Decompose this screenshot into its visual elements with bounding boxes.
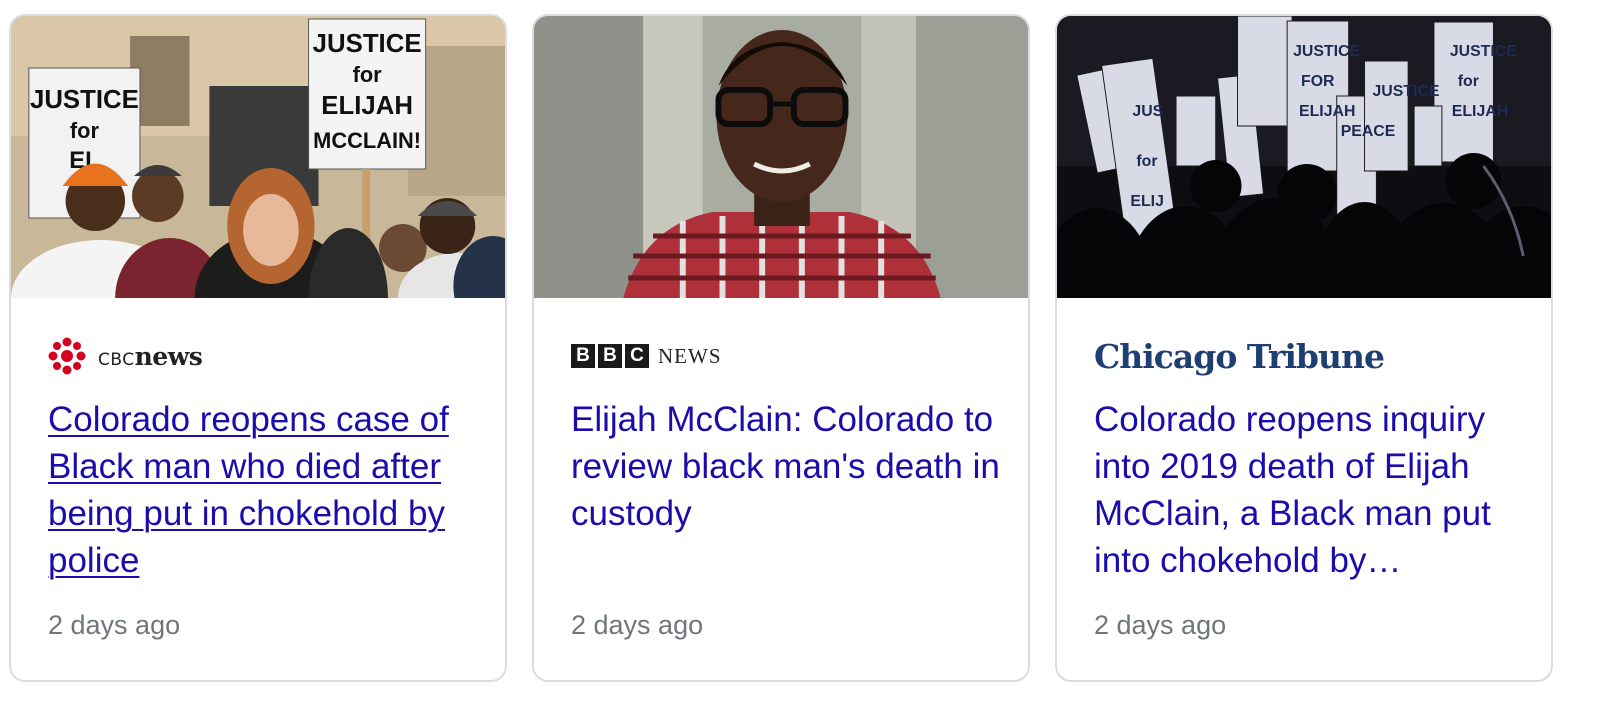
timestamp: 2 days ago	[1094, 610, 1227, 640]
cbc-wordmark: CBCnews	[98, 341, 203, 371]
svg-text:JUSTICE: JUSTICE	[30, 86, 139, 114]
bbc-letter-b1: B	[571, 344, 595, 368]
svg-text:for: for	[1136, 153, 1157, 170]
svg-text:JUSTICE: JUSTICE	[313, 30, 422, 58]
timestamp: 2 days ago	[571, 610, 704, 640]
svg-text:FOR: FOR	[1301, 73, 1335, 90]
bbc-letter-b2: B	[598, 344, 622, 368]
svg-text:for: for	[353, 62, 383, 87]
svg-text:MCCLAIN!: MCCLAIN!	[313, 128, 421, 153]
chicago-tribune-logo: Chicago Tribune	[1094, 336, 1385, 376]
bbc-letter-c: C	[625, 344, 649, 368]
svg-text:for: for	[70, 118, 100, 143]
bbc-news-logo: B B C NEWS	[571, 344, 722, 369]
svg-text:ELIJAH: ELIJAH	[1299, 103, 1355, 120]
svg-text:JUS: JUS	[1132, 103, 1163, 120]
bbc-news-word: NEWS	[658, 343, 722, 368]
news-carousel: JUSTICE for EL JUSTICE for ELIJAH MCCLAI…	[0, 0, 1600, 706]
news-card-bbc[interactable]: B B C NEWS Elijah McClain: Colorado to r…	[532, 14, 1030, 682]
svg-text:PEACE: PEACE	[1341, 123, 1396, 140]
svg-text:ELIJ: ELIJ	[1130, 193, 1163, 210]
headline-link[interactable]: Elijah McClain: Colorado to review black…	[571, 396, 1001, 537]
source-cbc-news: CBCnews	[48, 337, 203, 375]
news-card-cbc[interactable]: JUSTICE for EL JUSTICE for ELIJAH MCCLAI…	[9, 14, 507, 682]
timestamp: 2 days ago	[48, 610, 181, 640]
cbc-gem-icon	[48, 337, 86, 375]
headline-link[interactable]: Colorado reopens case of Black man who d…	[48, 396, 478, 584]
vigil-photo: JUS for ELIJ JUSTICE FOR ELIJAH JUSTICE …	[1057, 16, 1551, 298]
source-bbc-news: B B C NEWS	[571, 338, 722, 374]
svg-text:JUSTICE: JUSTICE	[1372, 83, 1439, 100]
portrait-photo	[534, 16, 1028, 298]
svg-text:JUSTICE: JUSTICE	[1293, 43, 1360, 60]
source-chicago-tribune: Chicago Tribune	[1094, 336, 1385, 376]
svg-text:JUSTICE: JUSTICE	[1450, 43, 1517, 60]
headline-link[interactable]: Colorado reopens inquiry into 2019 death…	[1094, 396, 1524, 584]
news-card-chicago-tribune[interactable]: JUS for ELIJ JUSTICE FOR ELIJAH JUSTICE …	[1055, 14, 1553, 682]
svg-text:ELIJAH: ELIJAH	[321, 92, 413, 120]
svg-text:ELIJAH: ELIJAH	[1452, 103, 1508, 120]
protest-photo: JUSTICE for EL JUSTICE for ELIJAH MCCLAI…	[11, 16, 505, 298]
svg-text:for: for	[1458, 73, 1479, 90]
